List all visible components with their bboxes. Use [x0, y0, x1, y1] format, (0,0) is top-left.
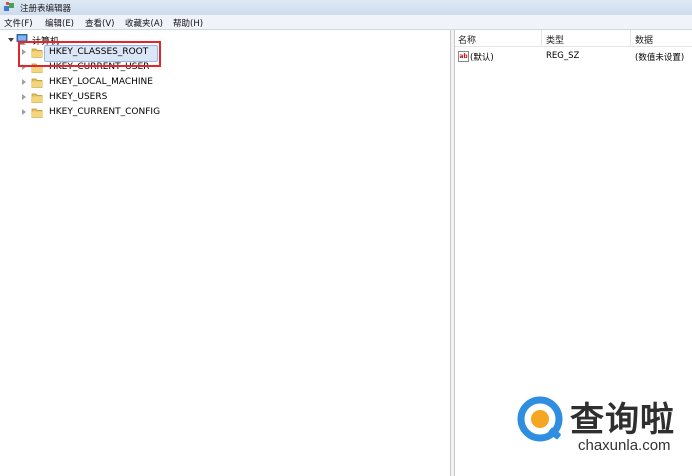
collapse-arrow-icon[interactable] [8, 38, 14, 42]
expand-arrow-icon[interactable] [22, 109, 26, 115]
menu-view[interactable]: 查看(V) [85, 17, 114, 29]
folder-icon [31, 108, 43, 118]
folder-icon [31, 78, 43, 88]
title-bar: 注册表编辑器 [0, 0, 692, 16]
highlight-annotation-box [18, 41, 161, 67]
tree-node-label: HKEY_CURRENT_CONFIG [49, 107, 161, 117]
column-header-type[interactable]: 类型 [546, 33, 564, 46]
expand-arrow-icon[interactable] [22, 79, 26, 85]
watermark-title: 查询啦 [570, 400, 675, 440]
value-name: (默认) [470, 53, 494, 63]
watermark: 查询啦 chaxunla.com [516, 392, 692, 462]
menu-file[interactable]: 文件(F) [4, 17, 33, 29]
column-divider[interactable] [541, 30, 542, 46]
menu-bar: 文件(F) 编辑(E) 查看(V) 收藏夹(A) 帮助(H) [0, 15, 692, 30]
string-value-icon: ab [458, 51, 469, 62]
column-header-name[interactable]: 名称 [458, 33, 476, 46]
list-row[interactable]: ab (默认) REG_SZ (数值未设置) [455, 50, 692, 64]
value-data: (数值未设置) [635, 53, 685, 63]
window-title: 注册表编辑器 [20, 4, 72, 14]
watermark-url: chaxunla.com [578, 437, 671, 454]
menu-help[interactable]: 帮助(H) [173, 17, 203, 29]
menu-favorites[interactable]: 收藏夹(A) [125, 17, 163, 29]
column-header-data[interactable]: 数据 [635, 33, 653, 46]
folder-icon [31, 93, 43, 103]
list-header: 名称 类型 数据 [455, 30, 692, 47]
tree-node-label: HKEY_LOCAL_MACHINE [49, 77, 153, 87]
menu-edit[interactable]: 编辑(E) [45, 17, 74, 29]
search-logo-icon [517, 396, 563, 442]
tree-node-label: HKEY_USERS [49, 92, 108, 102]
value-type: REG_SZ [546, 51, 580, 61]
column-divider[interactable] [630, 30, 631, 46]
registry-editor-icon [4, 2, 14, 11]
expand-arrow-icon[interactable] [22, 94, 26, 100]
